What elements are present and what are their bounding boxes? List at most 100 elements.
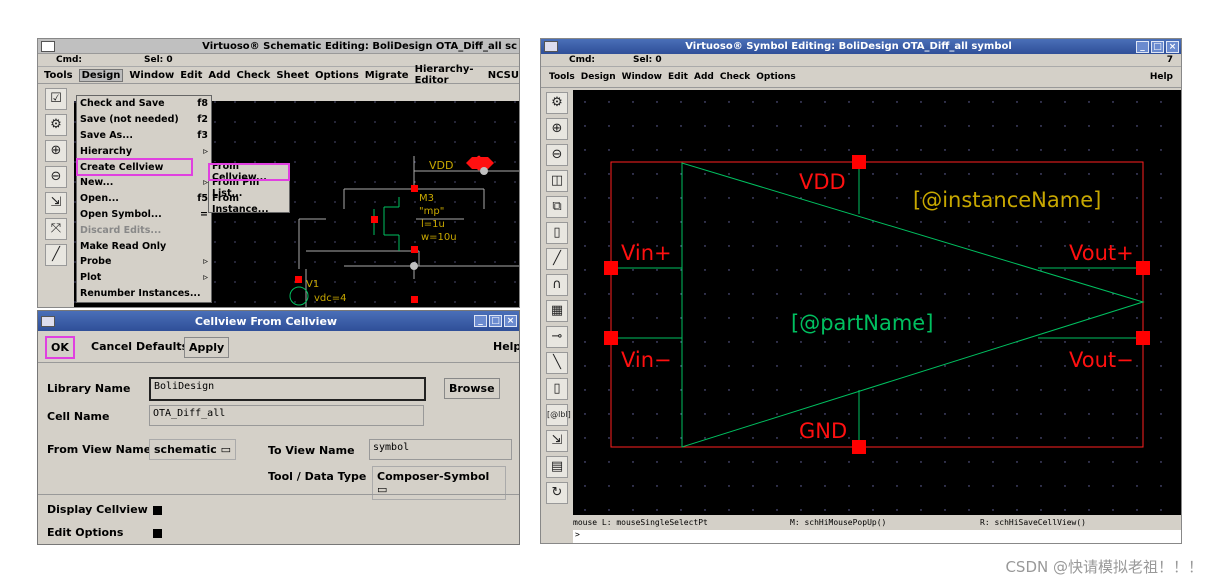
edit-options-checkbox[interactable]: [153, 529, 162, 538]
hierarchy-icon[interactable]: ⚙: [45, 114, 67, 136]
menu-probe[interactable]: Probe ▹: [77, 254, 211, 270]
menu-options[interactable]: Options: [315, 70, 359, 81]
menu-from-instance[interactable]: From Instance...: [209, 193, 289, 215]
close-icon[interactable]: ×: [1166, 40, 1179, 53]
label-icon[interactable]: [@lbl]: [546, 404, 571, 426]
menu-hierarchy[interactable]: Hierarchy ▹: [77, 143, 211, 159]
menu-open[interactable]: Open... f5: [77, 191, 211, 207]
line-icon[interactable]: ╱: [546, 248, 568, 270]
menu-design[interactable]: Design: [78, 68, 124, 82]
menu-save[interactable]: Save (not needed) f2: [77, 112, 211, 128]
arc-icon[interactable]: ∩: [546, 274, 568, 296]
menu-make-read-only[interactable]: Make Read Only: [77, 238, 211, 254]
zoom-in-icon[interactable]: ⊕: [546, 118, 568, 140]
menu-add[interactable]: Add: [208, 70, 230, 81]
part-name-label: [@partName]: [791, 311, 933, 335]
dialog-titlebar: Cellview From Cellview _ □ ×: [38, 311, 519, 331]
menu-window[interactable]: Window: [622, 72, 662, 82]
menu-plot[interactable]: Plot ▹: [77, 270, 211, 286]
wire-icon[interactable]: ╲: [546, 352, 568, 374]
zoom-out-icon[interactable]: ⊖: [45, 166, 67, 188]
maximize-icon[interactable]: □: [489, 315, 502, 327]
mouse-status-bar: mouse L: mouseSingleSelectPt M: schHiMou…: [573, 516, 1181, 529]
symbol-canvas[interactable]: VDD GND Vin+ Vin− Vout+ Vout− [@instance…: [573, 90, 1181, 515]
library-name-field[interactable]: BoliDesign: [149, 377, 426, 401]
menu-add[interactable]: Add: [694, 72, 714, 82]
menu-window[interactable]: Window: [129, 70, 174, 81]
menu-new[interactable]: New... ▹: [77, 175, 211, 191]
window-menu-icon[interactable]: [544, 41, 558, 52]
menu-tools[interactable]: Tools: [44, 70, 73, 81]
menu-ncsu[interactable]: NCSU: [488, 70, 519, 81]
rectangle-icon[interactable]: ▯: [546, 378, 568, 400]
rotate-icon[interactable]: ↻: [546, 482, 568, 504]
menu-migrate[interactable]: Migrate: [365, 70, 409, 81]
menu-check[interactable]: Check: [236, 70, 270, 81]
vin-plus-label: Vin+: [621, 241, 672, 265]
minimize-icon[interactable]: _: [474, 315, 487, 327]
pin-vout-plus[interactable]: [1136, 261, 1150, 275]
menu-sheet[interactable]: Sheet: [276, 70, 309, 81]
copy-icon[interactable]: ⧉: [546, 196, 568, 218]
grid-icon[interactable]: ▦: [546, 300, 568, 322]
cell-name-field[interactable]: OTA_Diff_all: [149, 405, 424, 426]
menu-open-symbol[interactable]: Open Symbol... =: [77, 207, 211, 223]
document-icon[interactable]: ▤: [546, 456, 568, 478]
close-icon[interactable]: ×: [504, 315, 517, 327]
minimize-icon[interactable]: _: [1136, 40, 1149, 53]
menu-edit[interactable]: Edit: [668, 72, 688, 82]
save-icon[interactable]: ⇲: [546, 430, 568, 452]
cancel-button[interactable]: Cancel: [87, 337, 137, 356]
pin-vout-minus[interactable]: [1136, 331, 1150, 345]
menu-design[interactable]: Design: [581, 72, 616, 82]
pin-gnd[interactable]: [852, 440, 866, 454]
move-icon[interactable]: ⤧: [45, 218, 67, 240]
apply-button[interactable]: Apply: [184, 337, 230, 358]
symbol-menubar: Tools Design Window Edit Add Check Optio…: [541, 67, 1181, 88]
window-menu-icon[interactable]: [41, 40, 55, 52]
menu-create-cellview[interactable]: Create Cellview: [76, 158, 193, 176]
ok-button[interactable]: OK: [45, 336, 75, 359]
menu-hierarchy-editor[interactable]: Hierarchy-Editor: [415, 64, 482, 86]
pin-vin-minus[interactable]: [604, 331, 618, 345]
menu-renumber-instances[interactable]: Renumber Instances...: [77, 286, 211, 302]
to-view-label: To View Name: [268, 444, 355, 457]
wire-icon[interactable]: ╱: [45, 244, 67, 266]
menu-save-as[interactable]: Save As... f3: [77, 128, 211, 144]
property-icon[interactable]: ▯: [546, 222, 568, 244]
symbol-toolbar: ⚙ ⊕ ⊖ ◫ ⧉ ▯ ╱ ∩ ▦ ⊸ ╲ ▯ [@lbl] ⇲ ▤ ↻: [541, 90, 573, 543]
menu-tools[interactable]: Tools: [549, 72, 575, 82]
menu-help[interactable]: Help: [1150, 72, 1181, 82]
stretch-icon[interactable]: ⇲: [45, 192, 67, 214]
separator: [38, 362, 519, 363]
schematic-title: Virtuoso® Schematic Editing: BoliDesign …: [202, 40, 517, 52]
zoom-in-icon[interactable]: ⊕: [45, 140, 67, 162]
pin-vin-plus[interactable]: [604, 261, 618, 275]
sel-label: Sel: 0: [633, 55, 662, 65]
to-view-field[interactable]: symbol: [369, 439, 512, 460]
menu-options[interactable]: Options: [756, 72, 795, 82]
display-cellview-label: Display Cellview: [47, 503, 148, 516]
display-cellview-checkbox[interactable]: [153, 506, 162, 515]
menu-check-and-save[interactable]: Check and Save f8: [77, 96, 211, 112]
combo-arrow-icon: ▭: [220, 443, 232, 456]
help-button[interactable]: Help: [489, 337, 519, 356]
menu-check[interactable]: Check: [720, 72, 750, 82]
check-save-icon[interactable]: ☑: [45, 88, 67, 110]
pin-icon[interactable]: ⊸: [546, 326, 568, 348]
count-label: 7: [1166, 55, 1173, 65]
symbol-titlebar: Virtuoso® Symbol Editing: BoliDesign OTA…: [541, 39, 1181, 54]
hierarchy-icon[interactable]: ⚙: [546, 92, 568, 114]
mouse-left-binding: mouse L: mouseSingleSelectPt: [573, 518, 708, 527]
watermark: CSDN @快请模拟老祖！！！: [1005, 558, 1203, 576]
maximize-icon[interactable]: □: [1151, 40, 1164, 53]
zoom-out-icon[interactable]: ⊖: [546, 144, 568, 166]
menu-edit[interactable]: Edit: [180, 70, 202, 81]
browse-button[interactable]: Browse: [444, 378, 500, 399]
menu-discard-edits[interactable]: Discard Edits...: [77, 222, 211, 238]
fit-icon[interactable]: ◫: [546, 170, 568, 192]
command-prompt[interactable]: >: [573, 530, 1181, 543]
window-menu-icon[interactable]: [41, 315, 55, 327]
pin-vdd[interactable]: [852, 155, 866, 169]
from-view-combo[interactable]: schematic ▭: [149, 439, 237, 460]
